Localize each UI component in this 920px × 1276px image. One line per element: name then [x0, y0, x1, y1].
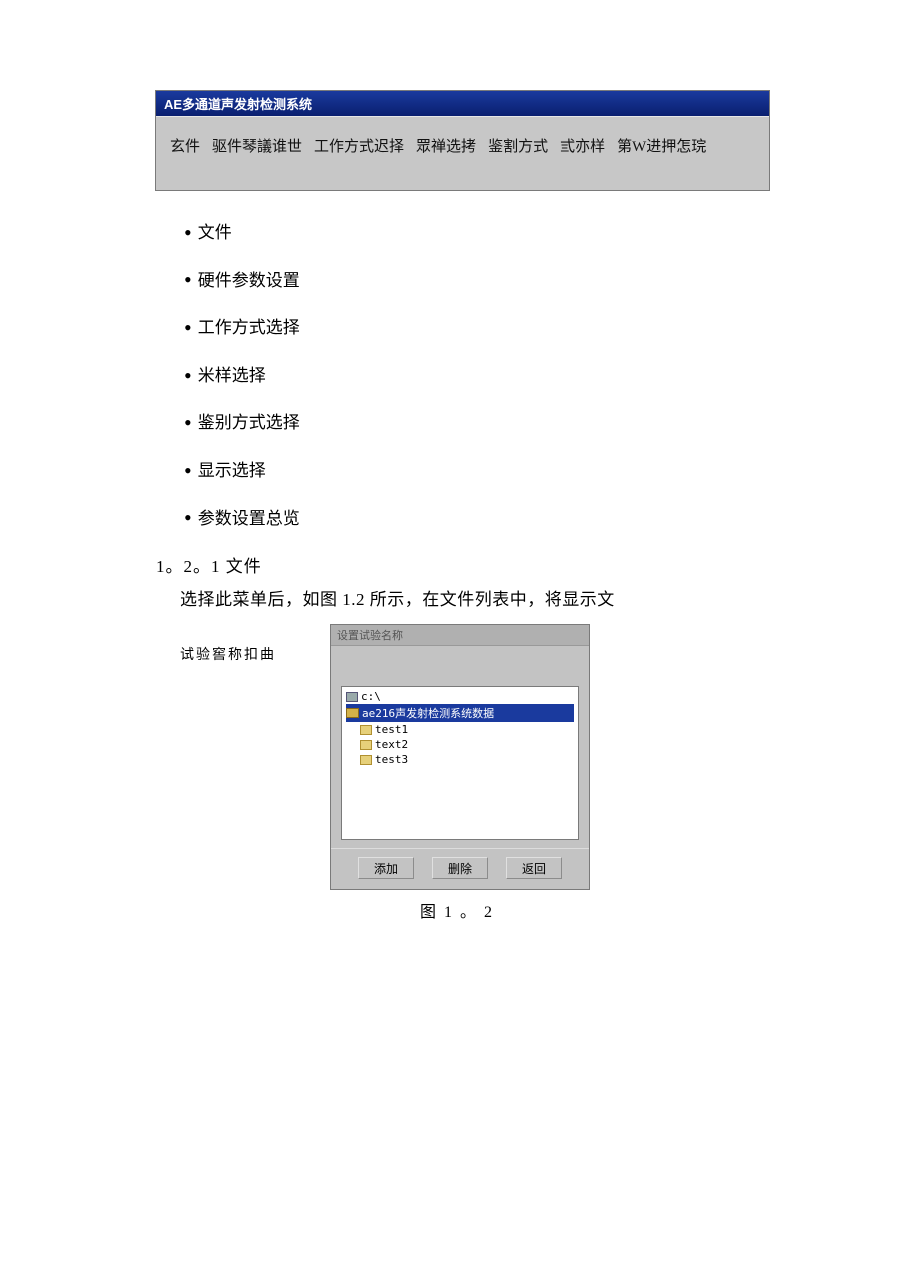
folder-row-3[interactable]: test3	[346, 752, 574, 767]
file-dialog: 设置试验名称 c:\ ae216声发射检测系统数据 test1	[330, 624, 590, 890]
delete-button[interactable]: 删除	[432, 857, 488, 879]
folder-row-2[interactable]: text2	[346, 737, 574, 752]
bullet-discrimination: 鉴别方式选择	[184, 399, 770, 447]
folder-icon	[360, 725, 372, 735]
folder-icon	[360, 740, 372, 750]
menu-workmode[interactable]: 工作方式迟择	[314, 135, 404, 156]
folder-icon	[360, 755, 372, 765]
folder-row-1[interactable]: test1	[346, 722, 574, 737]
bullet-list: 文件 硬件参数设置 工作方式选择 米样选择 鉴别方式选择 显示选择 参数设置总览	[150, 209, 770, 542]
menu-overview[interactable]: 第W进押怎琓	[617, 135, 706, 156]
menu-file[interactable]: 玄件	[170, 135, 200, 156]
folder-open-icon	[346, 708, 359, 718]
menu-bar: 玄件 驱件琴議谁世 工作方式迟择 眾禅选拷 鉴割方式 弎亦样 第W进押怎琓	[156, 116, 769, 190]
app-title: AE多通道声发射检测系统	[164, 97, 312, 112]
folder-1-label: test1	[375, 723, 408, 736]
dialog-title: 设置试验名称	[331, 625, 589, 646]
section-body: 选择此菜单后，如图 1.2 所示，在文件列表中，将显示文	[180, 585, 770, 610]
folder-root-label: ae216声发射检测系统数据	[362, 705, 494, 721]
folder-3-label: test3	[375, 753, 408, 766]
menu-discrimination[interactable]: 鉴割方式	[488, 135, 548, 156]
bullet-overview: 参数设置总览	[184, 495, 770, 543]
bullet-file: 文件	[184, 209, 770, 257]
dialog-buttons: 添加 删除 返回	[331, 848, 589, 889]
figure-caption: 图 1 。 2	[420, 898, 770, 922]
menu-hardware[interactable]: 驱件琴議谁世	[212, 135, 302, 156]
section-number: 1。2。1 文件	[156, 552, 770, 577]
file-tree[interactable]: c:\ ae216声发射检测系统数据 test1 text2	[341, 686, 579, 840]
app-window: AE多通道声发射检测系统 玄件 驱件琴議谁世 工作方式迟择 眾禅选拷 鉴割方式 …	[155, 90, 770, 191]
folder-2-label: text2	[375, 738, 408, 751]
menu-sampling[interactable]: 眾禅选拷	[416, 135, 476, 156]
folder-row-root[interactable]: ae216声发射检测系统数据	[346, 704, 574, 722]
bullet-workmode: 工作方式选择	[184, 304, 770, 352]
title-bar: AE多通道声发射检测系统	[156, 91, 769, 116]
back-button[interactable]: 返回	[506, 857, 562, 879]
drive-label: c:\	[361, 690, 381, 703]
bullet-display: 显示选择	[184, 447, 770, 495]
menu-display[interactable]: 弎亦样	[560, 135, 605, 156]
dialog-body: c:\ ae216声发射检测系统数据 test1 text2	[331, 646, 589, 848]
bullet-sampling: 米样选择	[184, 352, 770, 400]
bullet-hardware: 硬件参数设置	[184, 257, 770, 305]
drive-icon	[346, 692, 358, 702]
drive-row[interactable]: c:\	[346, 689, 574, 704]
add-button[interactable]: 添加	[358, 857, 414, 879]
